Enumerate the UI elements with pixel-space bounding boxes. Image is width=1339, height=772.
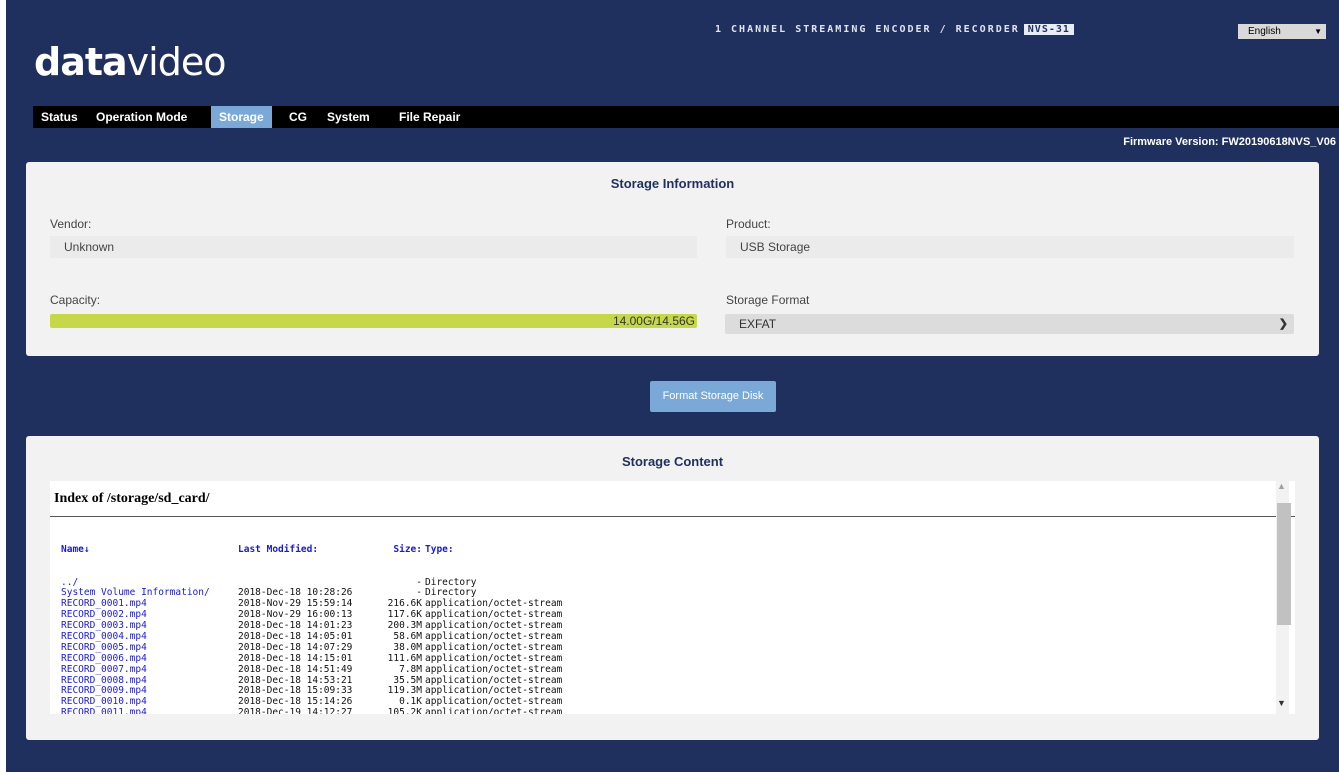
storage-content-panel: Storage Content Index of /storage/sd_car… [26,436,1319,740]
tab-file-repair[interactable]: File Repair [391,106,468,128]
product-value: USB Storage [726,236,1294,258]
capacity-text: 14.00G/14.56G [612,314,695,328]
product-title: 1 CHANNEL STREAMING ENCODER / RECORDER NV… [715,24,1074,35]
capacity-bar: 14.00G/14.56G [50,314,697,328]
file-list-header: Name↓ Last Modified: Size: Type: [61,544,454,556]
left-edge-strip [0,0,6,772]
tab-operation-mode[interactable]: Operation Mode [88,106,195,128]
file-size: - [416,576,422,588]
column-header-name[interactable]: Name↓ [61,544,90,556]
file-size: 105.2K [387,707,422,714]
index-title: Index of /storage/sd_card/ [54,491,210,506]
product-label: Product: [726,217,771,231]
capacity-label: Capacity: [50,293,101,307]
panel-title: Storage Content [621,454,724,469]
panel-title: Storage Information [610,176,735,191]
chevron-down-icon: ❯ [1278,318,1288,330]
datavideo-logo: datavideo [34,40,227,84]
table-row: RECORD_0011.mp4 2018-Dec-19 14:12:27 105.2… [61,707,562,714]
directory-listing: Index of /storage/sd_card/ Name↓ Last Mo… [50,481,1295,714]
firmware-version: Firmware Version: FW20190618NVS_V06 [1123,136,1336,148]
tab-storage[interactable]: Storage [211,106,272,128]
storage-format-value: EXFAT [739,317,777,331]
storage-format-select[interactable]: EXFAT ❯ [725,314,1294,334]
storage-format-label: Storage Format [726,293,810,307]
file-size: 7.8M [399,663,422,675]
file-type: application/octet-stream [425,663,563,675]
logo-text-light: video [126,40,227,84]
file-list: Name↓ Last Modified: Size: Type: ../- Dir… [61,523,562,714]
column-header-type[interactable]: Type: [425,544,454,556]
listing-scrollbar[interactable]: ▲ ▼ [1276,481,1291,714]
product-title-text: 1 CHANNEL STREAMING ENCODER / RECORDER [715,24,1020,35]
column-header-last-modified[interactable]: Last Modified: [238,544,318,556]
vendor-value: Unknown [50,236,697,258]
language-value: English [1248,26,1281,37]
main-nav: Status Operation Mode Storage CG System … [33,106,1339,128]
storage-information-panel: Storage Information Vendor: Unknown Prod… [26,162,1319,356]
table-row: RECORD_0007.mp4 2018-Dec-18 14:51:49 7.8M a… [61,664,562,676]
file-name-link[interactable]: RECORD_0011.mp4 [61,707,147,714]
scroll-up-icon[interactable]: ▲ [1277,481,1286,491]
file-modified: 2018-Dec-19 14:12:27 [238,707,353,714]
vendor-label: Vendor: [50,217,92,231]
language-select[interactable]: English ▼ [1238,24,1326,39]
tab-cg[interactable]: CG [281,106,315,128]
divider [50,516,1295,517]
file-name-link[interactable]: RECORD_0007.mp4 [61,664,147,676]
scroll-down-icon[interactable]: ▼ [1277,698,1286,708]
scroll-thumb[interactable] [1277,503,1291,625]
format-storage-disk-button[interactable]: Format Storage Disk [650,381,776,412]
tab-status[interactable]: Status [33,106,86,128]
table-row: RECORD_0006.mp4 2018-Dec-18 14:15:01 111.6… [61,653,562,665]
file-type: application/octet-stream [425,707,563,714]
model-badge: NVS-31 [1023,24,1074,35]
tab-system[interactable]: System [319,106,378,128]
logo-text-bold: data [34,40,128,84]
column-header-size[interactable]: Size: [375,544,422,556]
file-modified: 2018-Dec-18 14:51:49 [238,663,353,675]
chevron-down-icon: ▼ [1314,27,1322,36]
